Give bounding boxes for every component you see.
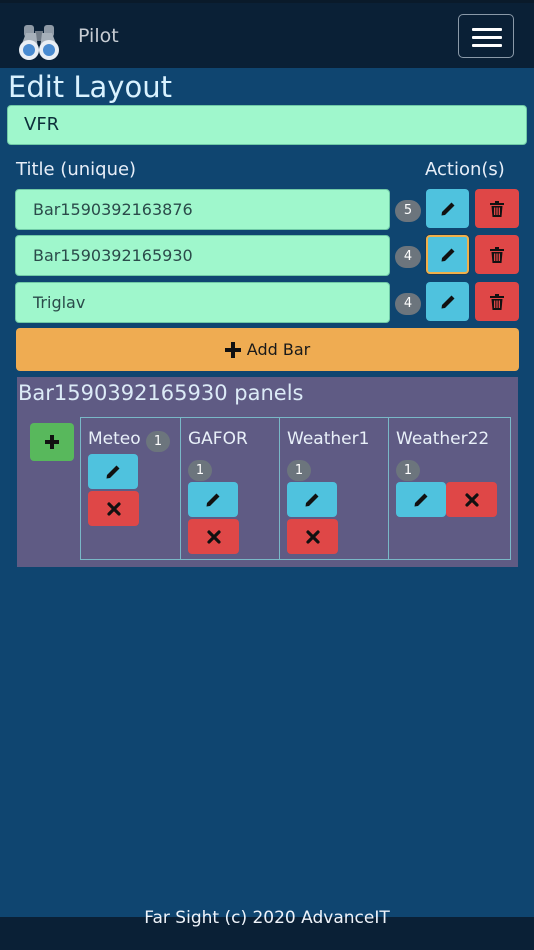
bar-title-input[interactable]: Bar1590392163876 [15, 189, 390, 230]
close-icon [106, 501, 121, 516]
binoculars-icon[interactable] [18, 23, 60, 61]
pencil-icon [305, 493, 319, 506]
close-icon [206, 529, 221, 544]
panel-count-badge: 1 [188, 460, 212, 481]
panel-count-badge: 4 [395, 246, 421, 268]
remove-panel-button[interactable] [188, 519, 239, 554]
pencil-icon [206, 493, 220, 506]
pencil-icon [441, 248, 454, 261]
panel-count-badge: 1 [396, 460, 420, 481]
bar-row: Bar1590392165930 4 [0, 235, 534, 277]
panel-name: GAFOR [188, 429, 248, 449]
app-name[interactable]: Pilot [78, 25, 119, 47]
close-icon [305, 529, 320, 544]
edit-panel-button[interactable] [396, 482, 446, 517]
pencil-icon [106, 465, 120, 478]
plus-icon [45, 435, 59, 449]
panel-count-badge: 1 [146, 431, 170, 452]
pencil-icon [414, 493, 428, 506]
title-column-header: Title (unique) [16, 159, 137, 180]
hamburger-menu-button[interactable] [458, 14, 514, 58]
pencil-icon [441, 295, 454, 308]
bar-row: Bar1590392163876 5 [0, 189, 534, 231]
panel-count-badge: 5 [395, 200, 421, 222]
panel-count-badge: 1 [287, 460, 311, 481]
trash-icon [490, 200, 504, 217]
bar-row: Triglav 4 [0, 282, 534, 324]
close-icon [464, 492, 479, 507]
trash-icon [490, 246, 504, 263]
remove-panel-button[interactable] [287, 519, 338, 554]
remove-panel-button[interactable] [88, 491, 139, 526]
actions-column-header: Action(s) [425, 159, 505, 180]
panel-cell: GAFOR 1 [181, 418, 280, 559]
panels-table: Meteo 1 GAFOR 1 Weather1 1 Weather22 1 [80, 417, 511, 560]
footer-text: Far Sight (c) 2020 AdvanceIT [144, 908, 390, 928]
edit-panel-button[interactable] [287, 482, 337, 517]
panel-cell: Meteo 1 [81, 418, 181, 559]
panel-count-badge: 4 [395, 293, 421, 315]
delete-bar-button[interactable] [475, 235, 519, 274]
panel-name: Weather22 [396, 429, 490, 449]
remove-panel-button[interactable] [446, 482, 497, 517]
bar-panels-card: Bar1590392165930 panels Meteo 1 GAFOR 1 [17, 377, 518, 567]
panel-cell: Weather1 1 [280, 418, 389, 559]
delete-bar-button[interactable] [475, 189, 519, 228]
add-bar-label: Add Bar [246, 340, 311, 359]
edit-panel-button[interactable] [88, 454, 138, 489]
panel-cell: Weather22 1 [389, 418, 510, 559]
delete-bar-button[interactable] [475, 282, 519, 321]
add-panel-button[interactable] [30, 423, 74, 461]
trash-icon [490, 293, 504, 310]
layout-name-input[interactable]: VFR [7, 105, 527, 145]
edit-bar-button[interactable] [426, 282, 469, 321]
edit-panel-button[interactable] [188, 482, 238, 517]
plus-icon [224, 341, 241, 358]
page-title: Edit Layout [8, 70, 172, 104]
panel-name: Meteo [88, 429, 141, 449]
bar-title-input[interactable]: Triglav [15, 282, 390, 323]
hamburger-icon [472, 28, 502, 31]
navbar: Pilot [0, 0, 534, 68]
pencil-icon [441, 202, 454, 215]
panels-title: Bar1590392165930 panels [18, 381, 304, 405]
add-bar-button[interactable]: Add Bar [16, 328, 519, 371]
edit-bar-button[interactable] [426, 189, 469, 228]
edit-bar-button[interactable] [426, 235, 469, 274]
panel-name: Weather1 [287, 429, 370, 449]
bar-title-input[interactable]: Bar1590392165930 [15, 235, 390, 276]
